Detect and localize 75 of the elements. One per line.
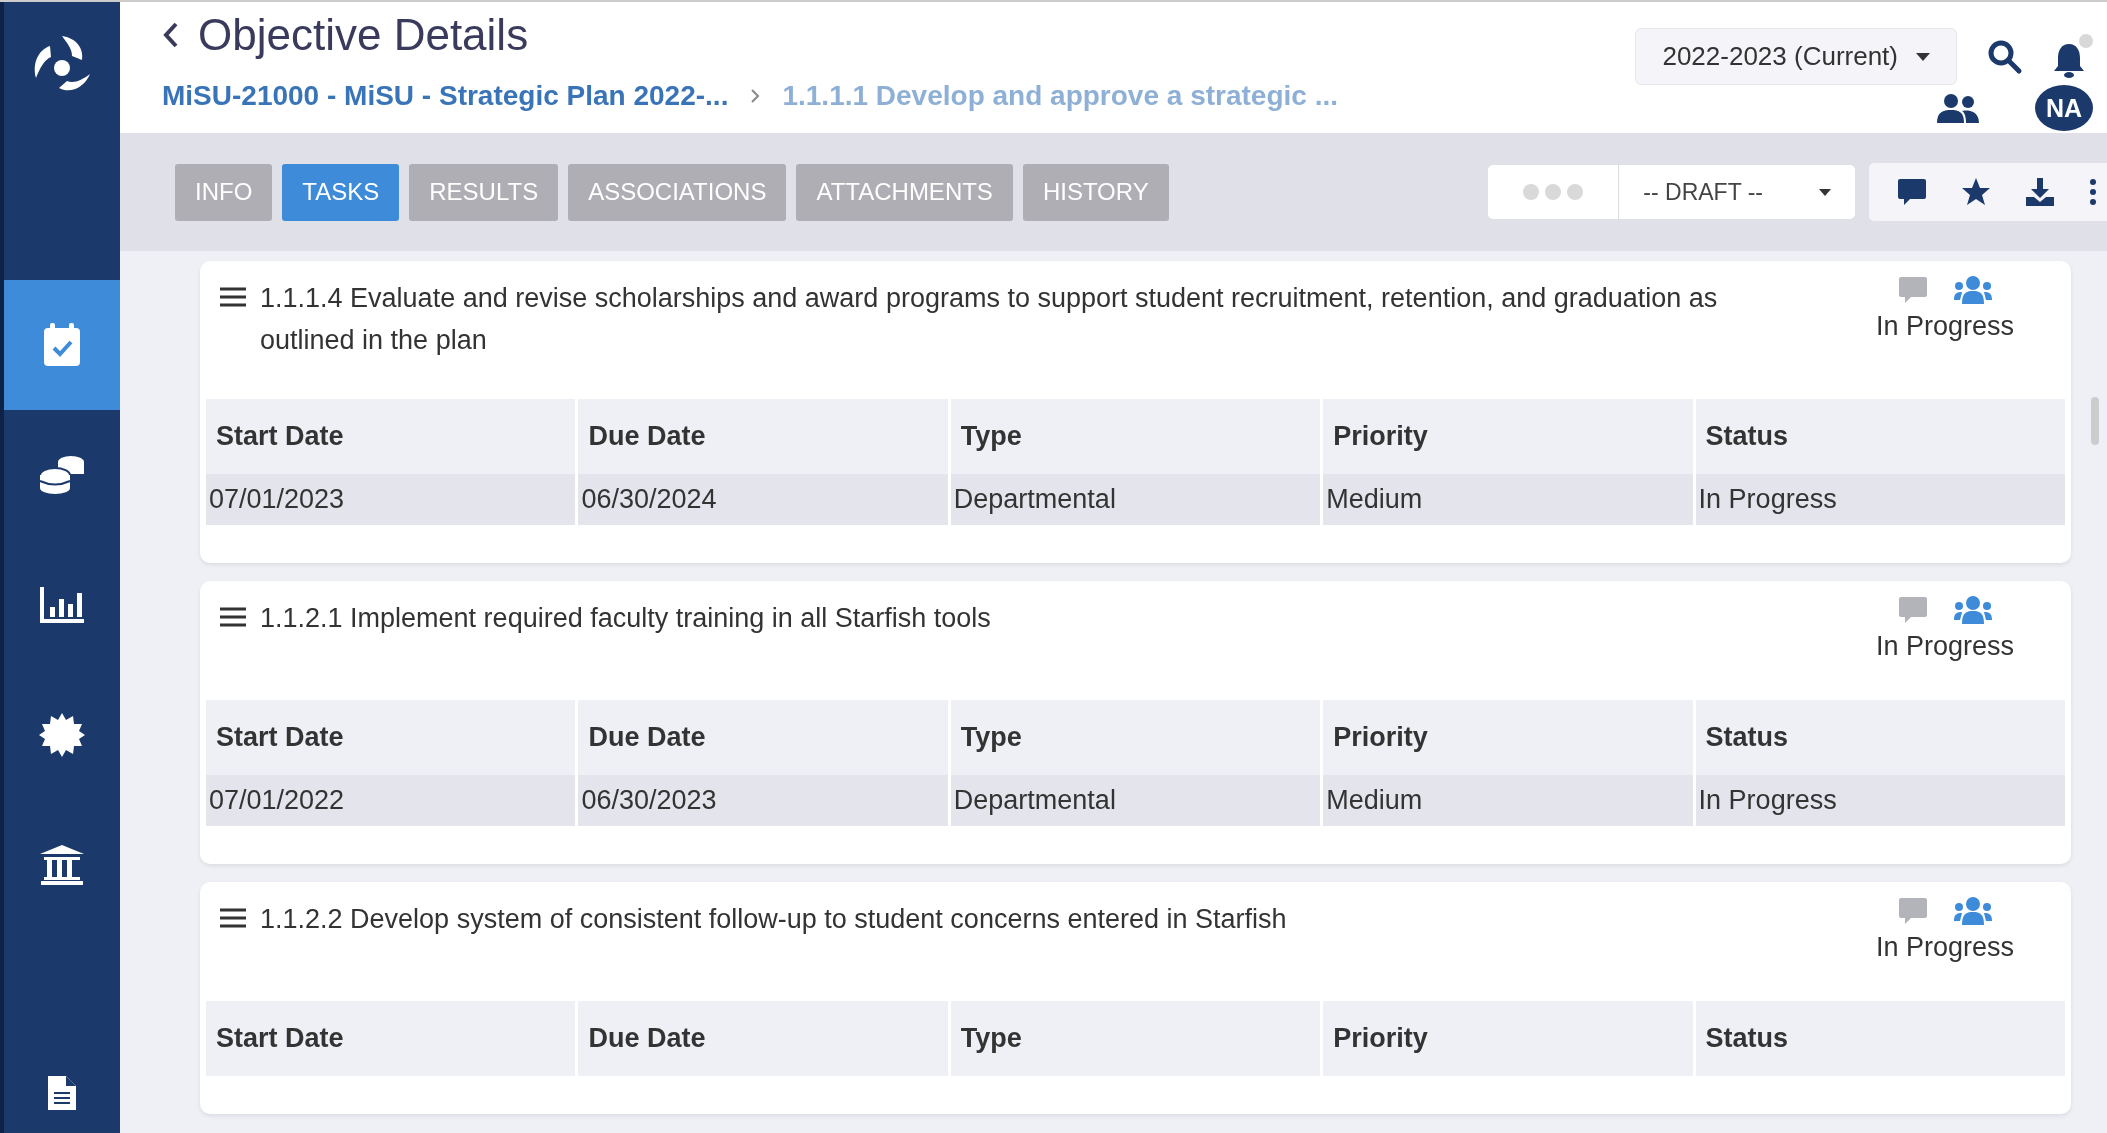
drag-handle-icon[interactable] [220, 908, 246, 928]
star-icon [1961, 177, 1991, 207]
column-header: Start Date [206, 1001, 576, 1076]
chevron-right-icon [750, 88, 761, 104]
column-header: Due Date [578, 399, 948, 474]
bell-icon [2053, 41, 2085, 80]
search-icon [1987, 38, 2023, 75]
column-header: Due Date [578, 1001, 948, 1076]
scrollbar-thumb[interactable] [2091, 397, 2099, 445]
table-cell: In Progress [1695, 474, 2065, 525]
column-header: Start Date [206, 700, 576, 775]
column-header: Priority [1323, 399, 1693, 474]
table-cell: Departmental [950, 474, 1321, 525]
column-header: Status [1695, 399, 2065, 474]
download-button[interactable] [2025, 177, 2055, 207]
tab[interactable]: INFO [175, 163, 273, 221]
chevron-left-icon [162, 21, 180, 49]
column-header: Start Date [206, 399, 576, 474]
table-cell: 07/01/2023 [206, 474, 576, 525]
column-header: Type [950, 1001, 1321, 1076]
table-cell: Departmental [950, 775, 1321, 826]
search-button[interactable] [1987, 38, 2023, 75]
document-icon [48, 1076, 76, 1110]
column-header: Priority [1323, 700, 1693, 775]
kebab-menu-icon [2089, 179, 2097, 205]
badge-icon [39, 712, 85, 758]
tab[interactable]: ATTACHMENTS [796, 163, 1013, 221]
table-cell: Medium [1323, 775, 1693, 826]
tab[interactable]: RESULTS [409, 163, 559, 221]
column-header: Type [950, 700, 1321, 775]
calendar-icon [42, 323, 82, 367]
table-cell: 06/30/2023 [578, 775, 948, 826]
task-title: 1.1.1.4 Evaluate and revise scholarships and award programs to support student recruitment, retention, and graduation as outlined in the plan [260, 282, 1719, 357]
coins-icon [39, 455, 85, 495]
column-header: Due Date [578, 700, 948, 775]
breadcrumb-link[interactable]: MiSU-21000 - MiSU - Strategic Plan 2022-... [162, 80, 729, 112]
task-title: 1.1.2.2 Develop system of consistent follow-up to student concerns entered in Starfish [260, 903, 1288, 936]
caret-down-icon [1916, 52, 1930, 61]
favorite-button[interactable] [1961, 177, 1991, 207]
year-dropdown[interactable]: 2022-2023 (Current) [1635, 28, 1957, 85]
task-status: In Progress [1875, 311, 2015, 342]
tab[interactable]: ASSOCIATIONS [568, 163, 787, 221]
drag-handle-icon[interactable] [220, 607, 246, 627]
drag-handle-icon[interactable] [220, 287, 246, 307]
column-header: Status [1695, 700, 2065, 775]
comment-button[interactable] [1897, 177, 1927, 207]
task-status: In Progress [1875, 932, 2015, 963]
download-icon [2025, 177, 2055, 207]
task-status: In Progress [1875, 631, 2015, 662]
users-icon[interactable] [1954, 897, 1992, 925]
tab[interactable]: HISTORY [1022, 163, 1169, 221]
page-title: Objective Details [198, 10, 529, 60]
table-cell: 07/01/2022 [206, 775, 576, 826]
table-cell: Medium [1323, 474, 1693, 525]
more-button[interactable] [2089, 179, 2097, 205]
comment-icon [1897, 177, 1927, 207]
breadcrumb-link[interactable]: 1.1.1.1 Develop and approve a strategic ... [782, 80, 1338, 112]
column-header: Type [950, 399, 1321, 474]
caret-down-icon [1819, 188, 1831, 196]
bank-icon [40, 845, 84, 885]
column-header: Priority [1323, 1001, 1693, 1076]
task-title: 1.1.2.1 Implement required faculty training in all Starfish tools [260, 602, 992, 635]
tab[interactable]: TASKS [282, 163, 400, 221]
status-dropdown[interactable]: -- DRAFT -- [1619, 165, 1855, 219]
users-icon [1937, 93, 1979, 123]
table-cell: 06/30/2024 [578, 474, 948, 525]
column-header: Status [1695, 1001, 2065, 1076]
bar-chart-icon [40, 587, 84, 623]
users-button[interactable] [1937, 93, 1979, 123]
user-avatar[interactable]: NA [2035, 85, 2093, 131]
table-cell: In Progress [1695, 775, 2065, 826]
users-icon[interactable] [1954, 276, 1992, 304]
back-button[interactable] [162, 21, 180, 49]
users-icon[interactable] [1954, 596, 1992, 624]
notifications-button[interactable] [2053, 33, 2093, 80]
